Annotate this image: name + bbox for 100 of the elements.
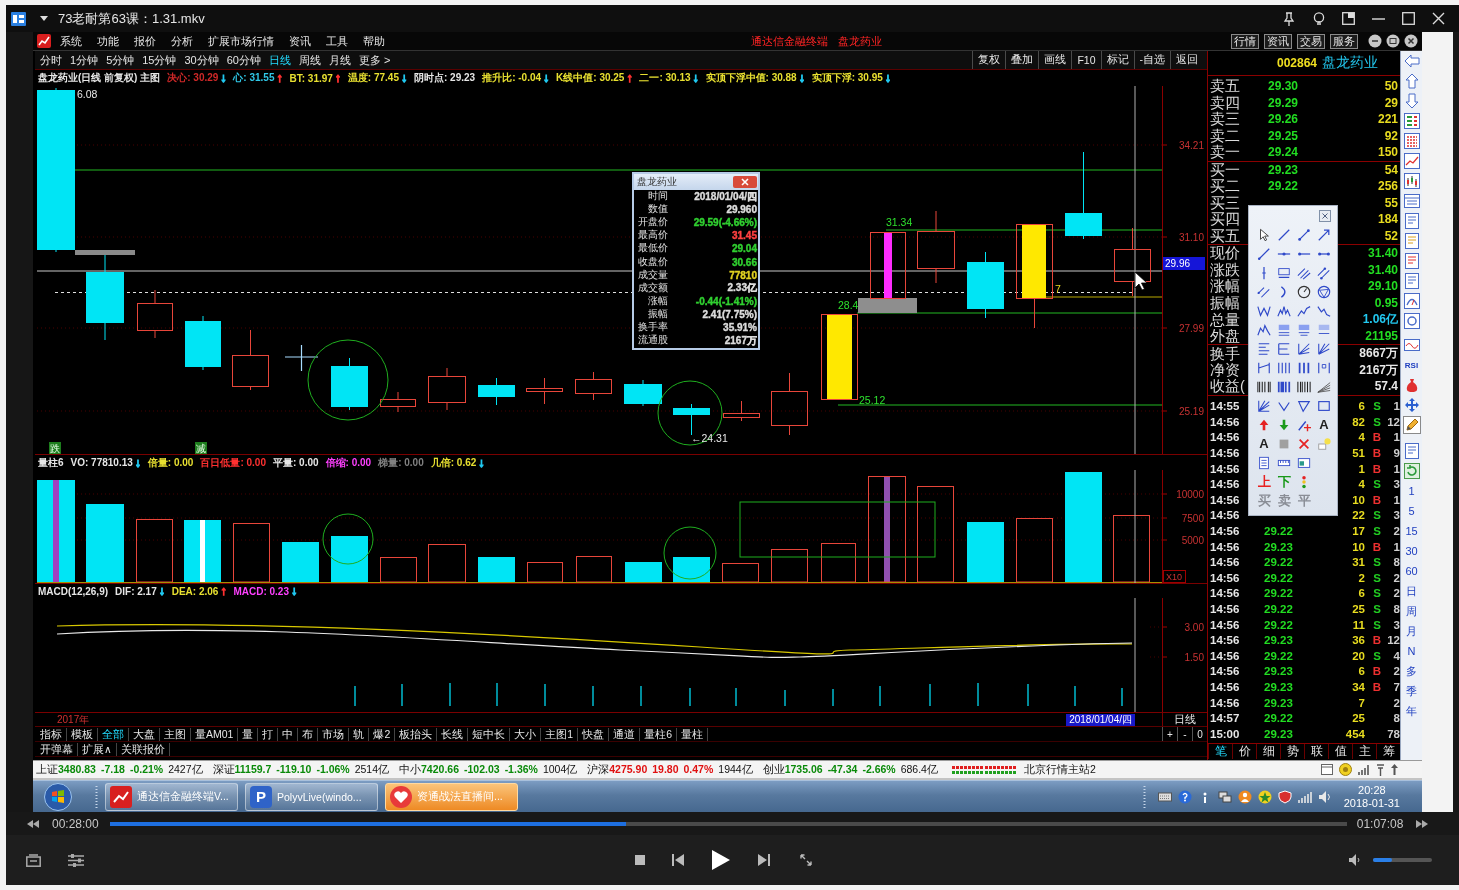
detail-tab[interactable]: 联 xyxy=(1304,744,1328,759)
restore-icon[interactable] xyxy=(1386,34,1400,48)
indicator-tab[interactable]: 主图1 xyxy=(541,727,579,741)
refresh-icon[interactable] xyxy=(1403,463,1420,479)
window-icon[interactable] xyxy=(1321,764,1333,775)
price-tag-icon[interactable] xyxy=(1277,265,1291,280)
menu-item[interactable]: 功能 xyxy=(97,33,119,49)
period-button[interactable]: 30 xyxy=(1405,541,1418,561)
indicator-tab[interactable]: 量 xyxy=(238,727,259,741)
maximize-icon[interactable] xyxy=(1402,12,1415,25)
indicator-tab[interactable]: 板抬头 xyxy=(395,727,438,741)
indicator-tab[interactable]: 通道 xyxy=(609,727,641,741)
mini-player-icon[interactable] xyxy=(1342,12,1355,25)
speaker-icon[interactable] xyxy=(1317,789,1332,804)
barcode-icon[interactable] xyxy=(1257,379,1271,394)
document-icon[interactable] xyxy=(1403,253,1420,269)
menu-item[interactable]: 报价 xyxy=(134,33,156,49)
window-icon[interactable] xyxy=(1403,193,1420,209)
line-icon[interactable] xyxy=(1257,246,1271,261)
extra-tab[interactable]: 关联报价 xyxy=(116,742,170,756)
playlist-icon[interactable] xyxy=(26,853,41,867)
indicator-tab[interactable]: 量柱 xyxy=(676,727,708,741)
period-tab[interactable]: 分时 xyxy=(40,52,62,68)
box-lines-icon[interactable] xyxy=(1317,322,1331,337)
up-arrow-icon[interactable] xyxy=(1403,73,1420,89)
indicator-tab[interactable]: 大小 xyxy=(510,727,542,741)
indicator-tab[interactable]: 打 xyxy=(258,727,279,741)
triangle-icon[interactable] xyxy=(1297,398,1311,413)
period-tab[interactable]: 30分钟 xyxy=(184,52,219,68)
period-tab[interactable]: 周线 xyxy=(299,52,321,68)
detail-tab[interactable]: 主 xyxy=(1352,744,1376,759)
indicator-tab[interactable]: 布 xyxy=(298,727,319,741)
parallel-lines-icon[interactable] xyxy=(1317,265,1331,280)
candlestick-icon[interactable] xyxy=(1403,173,1420,189)
period-tab[interactable]: 15分钟 xyxy=(142,52,177,68)
indicator-tab[interactable]: 量柱6 xyxy=(640,727,677,741)
back-arrow-icon[interactable] xyxy=(1403,53,1420,69)
indicator-tab[interactable]: 主图 xyxy=(160,727,191,741)
period-tab[interactable]: 月线 xyxy=(329,52,351,68)
menu-item[interactable]: 工具 xyxy=(326,33,348,49)
circle-icon[interactable] xyxy=(1403,313,1420,329)
start-icon[interactable] xyxy=(44,782,72,811)
indicator-tab[interactable]: 量AM01 xyxy=(191,727,239,741)
wave-chart-icon[interactable] xyxy=(1403,337,1420,353)
extra-tab[interactable]: 开弹幕 xyxy=(36,742,78,756)
zigzag-icon[interactable] xyxy=(1317,303,1331,318)
period-tab[interactable]: 5分钟 xyxy=(106,52,135,68)
quote-table-icon[interactable] xyxy=(1403,113,1420,129)
network-icon[interactable] xyxy=(1217,789,1232,804)
period-button[interactable]: 15 xyxy=(1405,521,1418,541)
detail-tab[interactable]: 值 xyxy=(1328,744,1352,759)
indicator-tab[interactable]: 长线 xyxy=(437,727,469,741)
help-icon[interactable] xyxy=(1177,789,1192,804)
down-arrow-icon[interactable] xyxy=(1403,93,1420,109)
grid-table-icon[interactable] xyxy=(1403,133,1420,149)
keyboard-icon[interactable] xyxy=(1157,789,1172,804)
period-tab[interactable]: 60分钟 xyxy=(226,52,261,68)
minimize-icon[interactable] xyxy=(1372,17,1385,20)
move-icon[interactable] xyxy=(1403,397,1420,413)
previous-icon[interactable] xyxy=(672,854,684,866)
volume-icon[interactable] xyxy=(1349,854,1361,866)
service-button[interactable]: 交易 xyxy=(1297,33,1325,49)
coin-icon[interactable] xyxy=(1339,763,1352,776)
fan-icon[interactable] xyxy=(1317,341,1331,356)
detail-tab[interactable]: 细 xyxy=(1256,744,1280,759)
progress-track[interactable] xyxy=(109,821,1347,826)
box-lines-icon[interactable] xyxy=(1277,322,1291,337)
signal-icon[interactable] xyxy=(1358,763,1370,776)
chart-tool-button[interactable]: F10 xyxy=(1071,51,1101,69)
wave-icon[interactable] xyxy=(1257,303,1271,318)
arrow-icon[interactable] xyxy=(1317,227,1331,242)
chart-tool-button[interactable]: 复权 xyxy=(972,51,1006,69)
list-icon[interactable] xyxy=(1257,455,1271,470)
settings-icon[interactable] xyxy=(68,853,84,867)
play-icon[interactable] xyxy=(712,850,730,870)
menu-item[interactable]: 帮助 xyxy=(363,33,385,49)
indicator-tab[interactable]: 指标 xyxy=(36,727,67,741)
period-button[interactable]: 周 xyxy=(1406,601,1417,621)
down-arrow-icon[interactable] xyxy=(1277,417,1291,432)
period-button[interactable]: 多 xyxy=(1406,661,1417,681)
period-button[interactable]: 5 xyxy=(1408,501,1415,521)
period-button[interactable]: N xyxy=(1407,641,1416,661)
period-button[interactable]: 季 xyxy=(1406,681,1417,701)
t-shape-icon[interactable] xyxy=(1376,763,1385,776)
extra-tab[interactable]: 扩展∧ xyxy=(78,742,117,756)
barcode-icon[interactable] xyxy=(1277,379,1291,394)
user-icon[interactable] xyxy=(1237,789,1252,804)
close-icon[interactable] xyxy=(1404,34,1418,48)
line-icon[interactable] xyxy=(1297,227,1311,242)
menu-item[interactable]: 扩展市场行情 xyxy=(208,33,274,49)
period-tab[interactable]: 日线 xyxy=(269,52,291,68)
document-icon[interactable] xyxy=(1403,443,1420,459)
bracket-icon[interactable] xyxy=(1257,360,1271,375)
order-mark-tool[interactable]: 上 xyxy=(1257,474,1271,489)
period-button[interactable]: 年 xyxy=(1406,701,1417,721)
chart-tool-button[interactable]: 叠加 xyxy=(1005,51,1039,69)
indicator-tab[interactable]: 模板 xyxy=(67,727,98,741)
chart-tool-button[interactable]: 标记 xyxy=(1100,51,1134,69)
clock[interactable]: 20:28 2018-01-31 xyxy=(1343,783,1400,810)
indicator-tab[interactable]: 轨 xyxy=(349,727,370,741)
